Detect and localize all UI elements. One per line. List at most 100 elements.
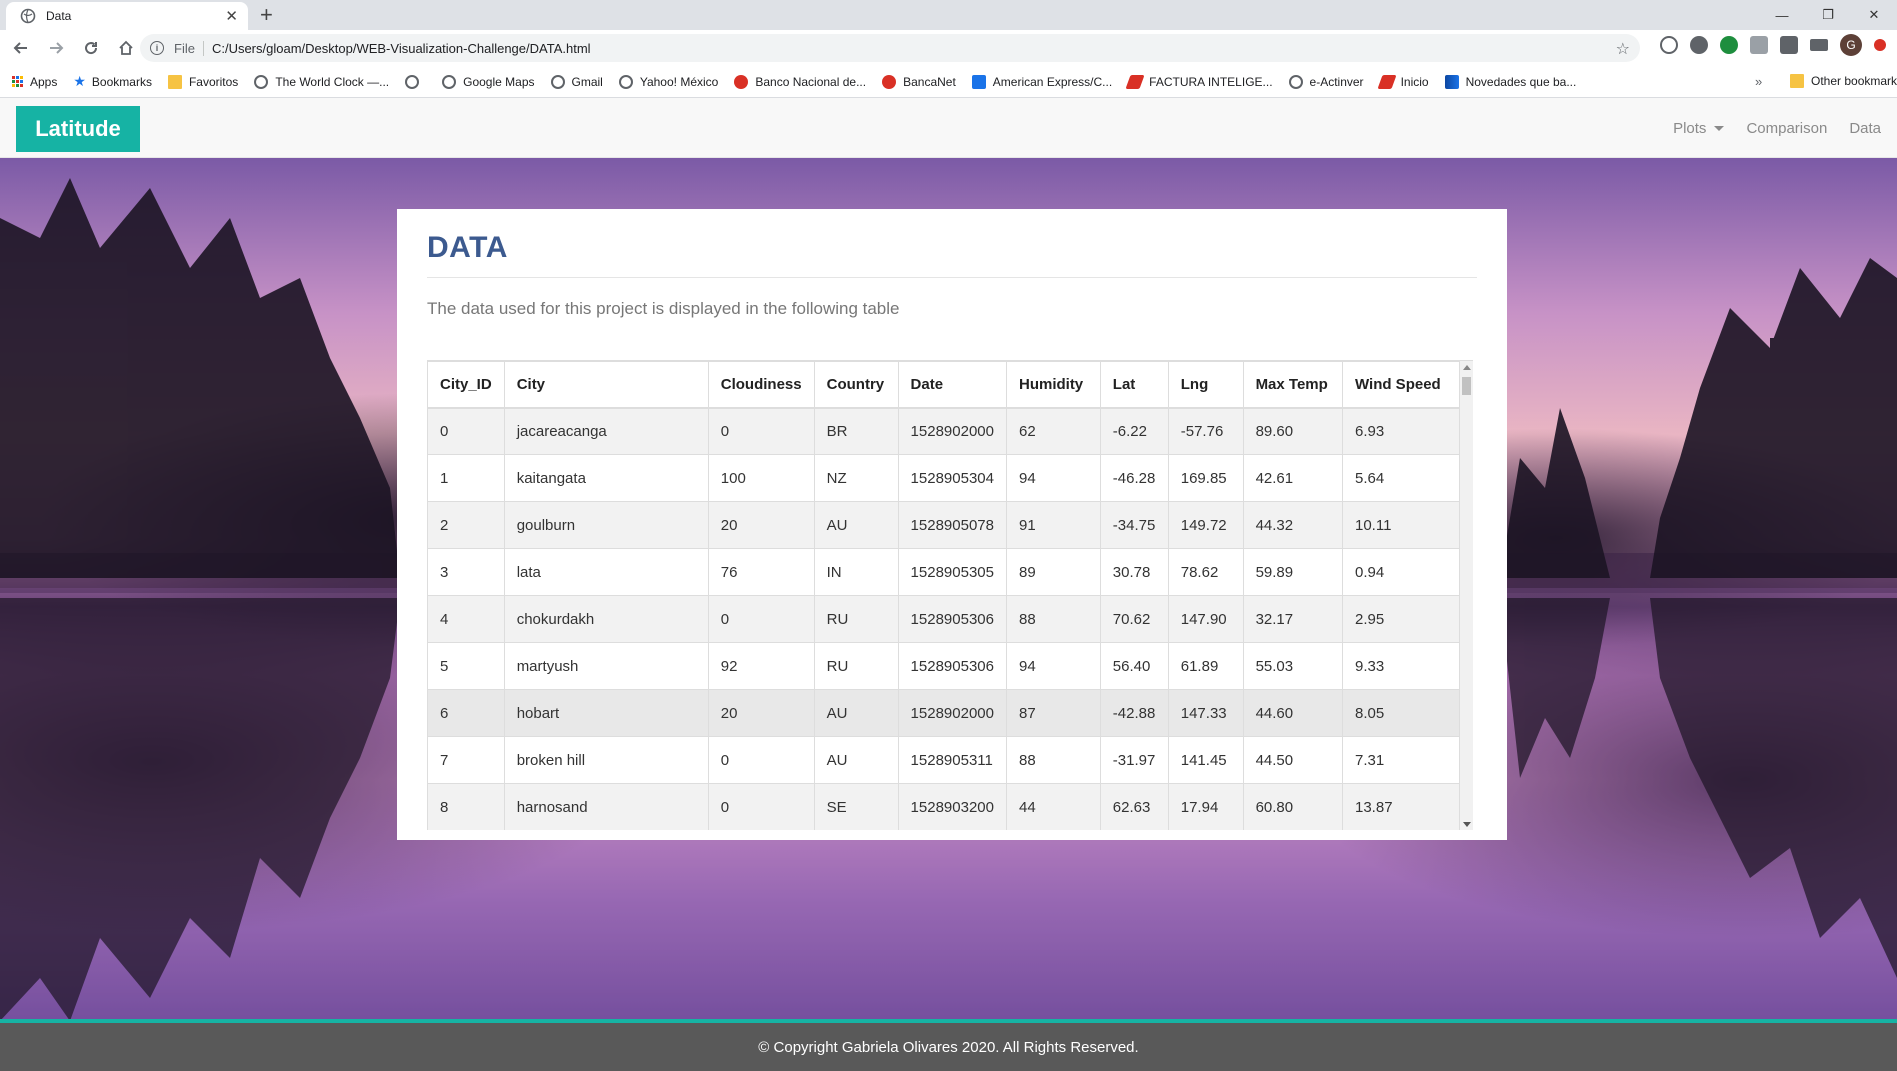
cell-city: broken hill: [503, 736, 709, 784]
bookmark-banco-nacional[interactable]: Banco Nacional de...: [734, 74, 866, 89]
pinterest-icon[interactable]: [1690, 36, 1708, 54]
bookmark-google-maps[interactable]: Google Maps: [442, 74, 535, 89]
bookmark-star-icon[interactable]: ☆: [1616, 39, 1630, 59]
site-footer: © Copyright Gabriela Olivares 2020. All …: [0, 1019, 1897, 1071]
bookmark-yahoo[interactable]: Yahoo! México: [618, 74, 719, 89]
browser-tab[interactable]: Data ✕: [6, 2, 248, 30]
bookmark-label: e-Actinver: [1309, 74, 1364, 89]
bookmark-world-clock[interactable]: The World Clock —...: [254, 74, 389, 89]
cell-wind-speed: 13.87: [1342, 783, 1460, 830]
cell-lat: 56.40: [1099, 642, 1169, 690]
bookmark-amex[interactable]: American Express/C...: [971, 74, 1112, 89]
cell-cloudiness: 0: [707, 595, 815, 643]
cell-wind-speed: 10.11: [1342, 501, 1460, 549]
cell-cloudiness: 0: [707, 407, 815, 455]
cell-date: 1528905306: [897, 595, 1007, 643]
bookmark-bancanet[interactable]: BancaNet: [882, 74, 956, 89]
more-bookmarks-chevron[interactable]: »: [1755, 74, 1762, 89]
cell-cloudiness: 20: [707, 689, 815, 737]
cell-max-temp: 89.60: [1242, 407, 1344, 455]
minimize-icon[interactable]: —: [1759, 0, 1805, 30]
cell-wind-speed: 5.64: [1342, 454, 1460, 502]
cell-humidity: 62: [1005, 407, 1101, 455]
bookmark-label: FACTURA INTELIGE...: [1149, 74, 1273, 89]
restore-icon[interactable]: ❐: [1805, 0, 1851, 30]
table-body: 0 jacareacanga 0 BR 1528902000 62 -6.22 -57.76 8…: [427, 407, 1460, 830]
column-header-date: Date: [897, 361, 1007, 409]
info-icon[interactable]: i: [150, 41, 164, 55]
cell-city: kaitangata: [503, 454, 709, 502]
cell-lng: 78.62: [1167, 548, 1244, 596]
update-icon[interactable]: [1874, 39, 1886, 51]
close-tab-icon[interactable]: ✕: [225, 9, 238, 24]
column-header-wind-speed: Wind Speed: [1342, 361, 1460, 409]
globe-icon: [254, 74, 269, 89]
home-button[interactable]: [112, 34, 140, 62]
blue-icon: [1444, 74, 1459, 89]
nav-data[interactable]: Data: [1849, 120, 1881, 137]
bookmark-bookmarks[interactable]: ★ Bookmarks: [73, 73, 152, 90]
cell-lat: -42.88: [1099, 689, 1169, 737]
scrollbar-thumb[interactable]: [1462, 377, 1471, 395]
puzzle-icon[interactable]: [1780, 36, 1798, 54]
nav-comparison[interactable]: Comparison: [1746, 120, 1827, 137]
scroll-down-arrow-icon[interactable]: [1463, 822, 1471, 827]
cell-lat: 62.63: [1099, 783, 1169, 830]
table-row: 1 kaitangata 100 NZ 1528905304 94 -46.28 169.85…: [427, 454, 1460, 502]
bookmark-gmail[interactable]: Gmail: [550, 74, 603, 89]
brand-logo[interactable]: Latitude: [16, 106, 140, 152]
extension-circle-icon[interactable]: [1660, 36, 1678, 54]
home-icon: [119, 40, 133, 55]
dropbox-icon[interactable]: [1750, 36, 1768, 54]
cell-city: martyush: [503, 642, 709, 690]
table-row: 3 lata 76 IN 1528905305 89 30.78 78.62 59.89 0.94: [427, 548, 1460, 596]
bookmark-label: Yahoo! México: [639, 74, 719, 89]
reading-list-icon[interactable]: [1810, 39, 1828, 51]
scroll-up-arrow-icon[interactable]: [1463, 365, 1471, 370]
grammarly-icon[interactable]: [1720, 36, 1738, 54]
cell-country: AU: [813, 689, 899, 737]
avatar[interactable]: G: [1840, 34, 1862, 56]
cell-max-temp: 44.50: [1242, 736, 1344, 784]
table-scrollbar[interactable]: [1460, 361, 1473, 830]
address-bar[interactable]: i File C:/Users/gloam/Desktop/WEB-Visual…: [140, 34, 1640, 62]
cell-date: 1528905306: [897, 642, 1007, 690]
cell-humidity: 89: [1005, 548, 1101, 596]
nav-plots-dropdown[interactable]: Plots: [1673, 120, 1725, 137]
other-bookmarks[interactable]: Other bookmarks: [1790, 74, 1897, 88]
bookmark-inicio[interactable]: Inicio: [1377, 74, 1429, 89]
cell-lng: 169.85: [1167, 454, 1244, 502]
cell-lng: 61.89: [1167, 642, 1244, 690]
cell-lat: 70.62: [1099, 595, 1169, 643]
cell-wind-speed: 6.93: [1342, 407, 1460, 455]
data-panel: DATA The data used for this project is d…: [397, 209, 1507, 840]
site-navbar: Latitude Plots Comparison Data: [0, 98, 1897, 158]
bookmark-novedades[interactable]: Novedades que ba...: [1444, 74, 1576, 89]
cell-lng: 147.33: [1167, 689, 1244, 737]
close-window-icon[interactable]: ✕: [1851, 0, 1897, 30]
url-text[interactable]: C:/Users/gloam/Desktop/WEB-Visualization…: [212, 41, 591, 56]
reload-button[interactable]: [77, 34, 105, 62]
cell-city: jacareacanga: [503, 407, 709, 455]
bookmark-untitled[interactable]: [405, 74, 426, 89]
cell-city: hobart: [503, 689, 709, 737]
cell-city-id: 3: [427, 548, 505, 596]
cell-max-temp: 44.60: [1242, 689, 1344, 737]
cell-cloudiness: 76: [707, 548, 815, 596]
cell-city: goulburn: [503, 501, 709, 549]
bookmark-factura[interactable]: FACTURA INTELIGE...: [1125, 74, 1273, 89]
new-tab-button[interactable]: +: [260, 2, 273, 28]
bookmark-e-actinver[interactable]: e-Actinver: [1288, 74, 1364, 89]
cell-humidity: 88: [1005, 595, 1101, 643]
forward-button[interactable]: [42, 34, 70, 62]
bookmark-favoritos[interactable]: Favoritos: [167, 74, 238, 89]
cell-date: 1528902000: [897, 689, 1007, 737]
data-table-container[interactable]: City_ID City Cloudiness Country Date Hum…: [427, 360, 1473, 830]
cell-city-id: 6: [427, 689, 505, 737]
cell-country: NZ: [813, 454, 899, 502]
bookmark-apps[interactable]: Apps: [12, 75, 57, 89]
cell-lng: 147.90: [1167, 595, 1244, 643]
back-button[interactable]: [7, 34, 35, 62]
browser-tabstrip: Data ✕ + — ❐ ✕: [0, 0, 1897, 30]
cell-wind-speed: 2.95: [1342, 595, 1460, 643]
